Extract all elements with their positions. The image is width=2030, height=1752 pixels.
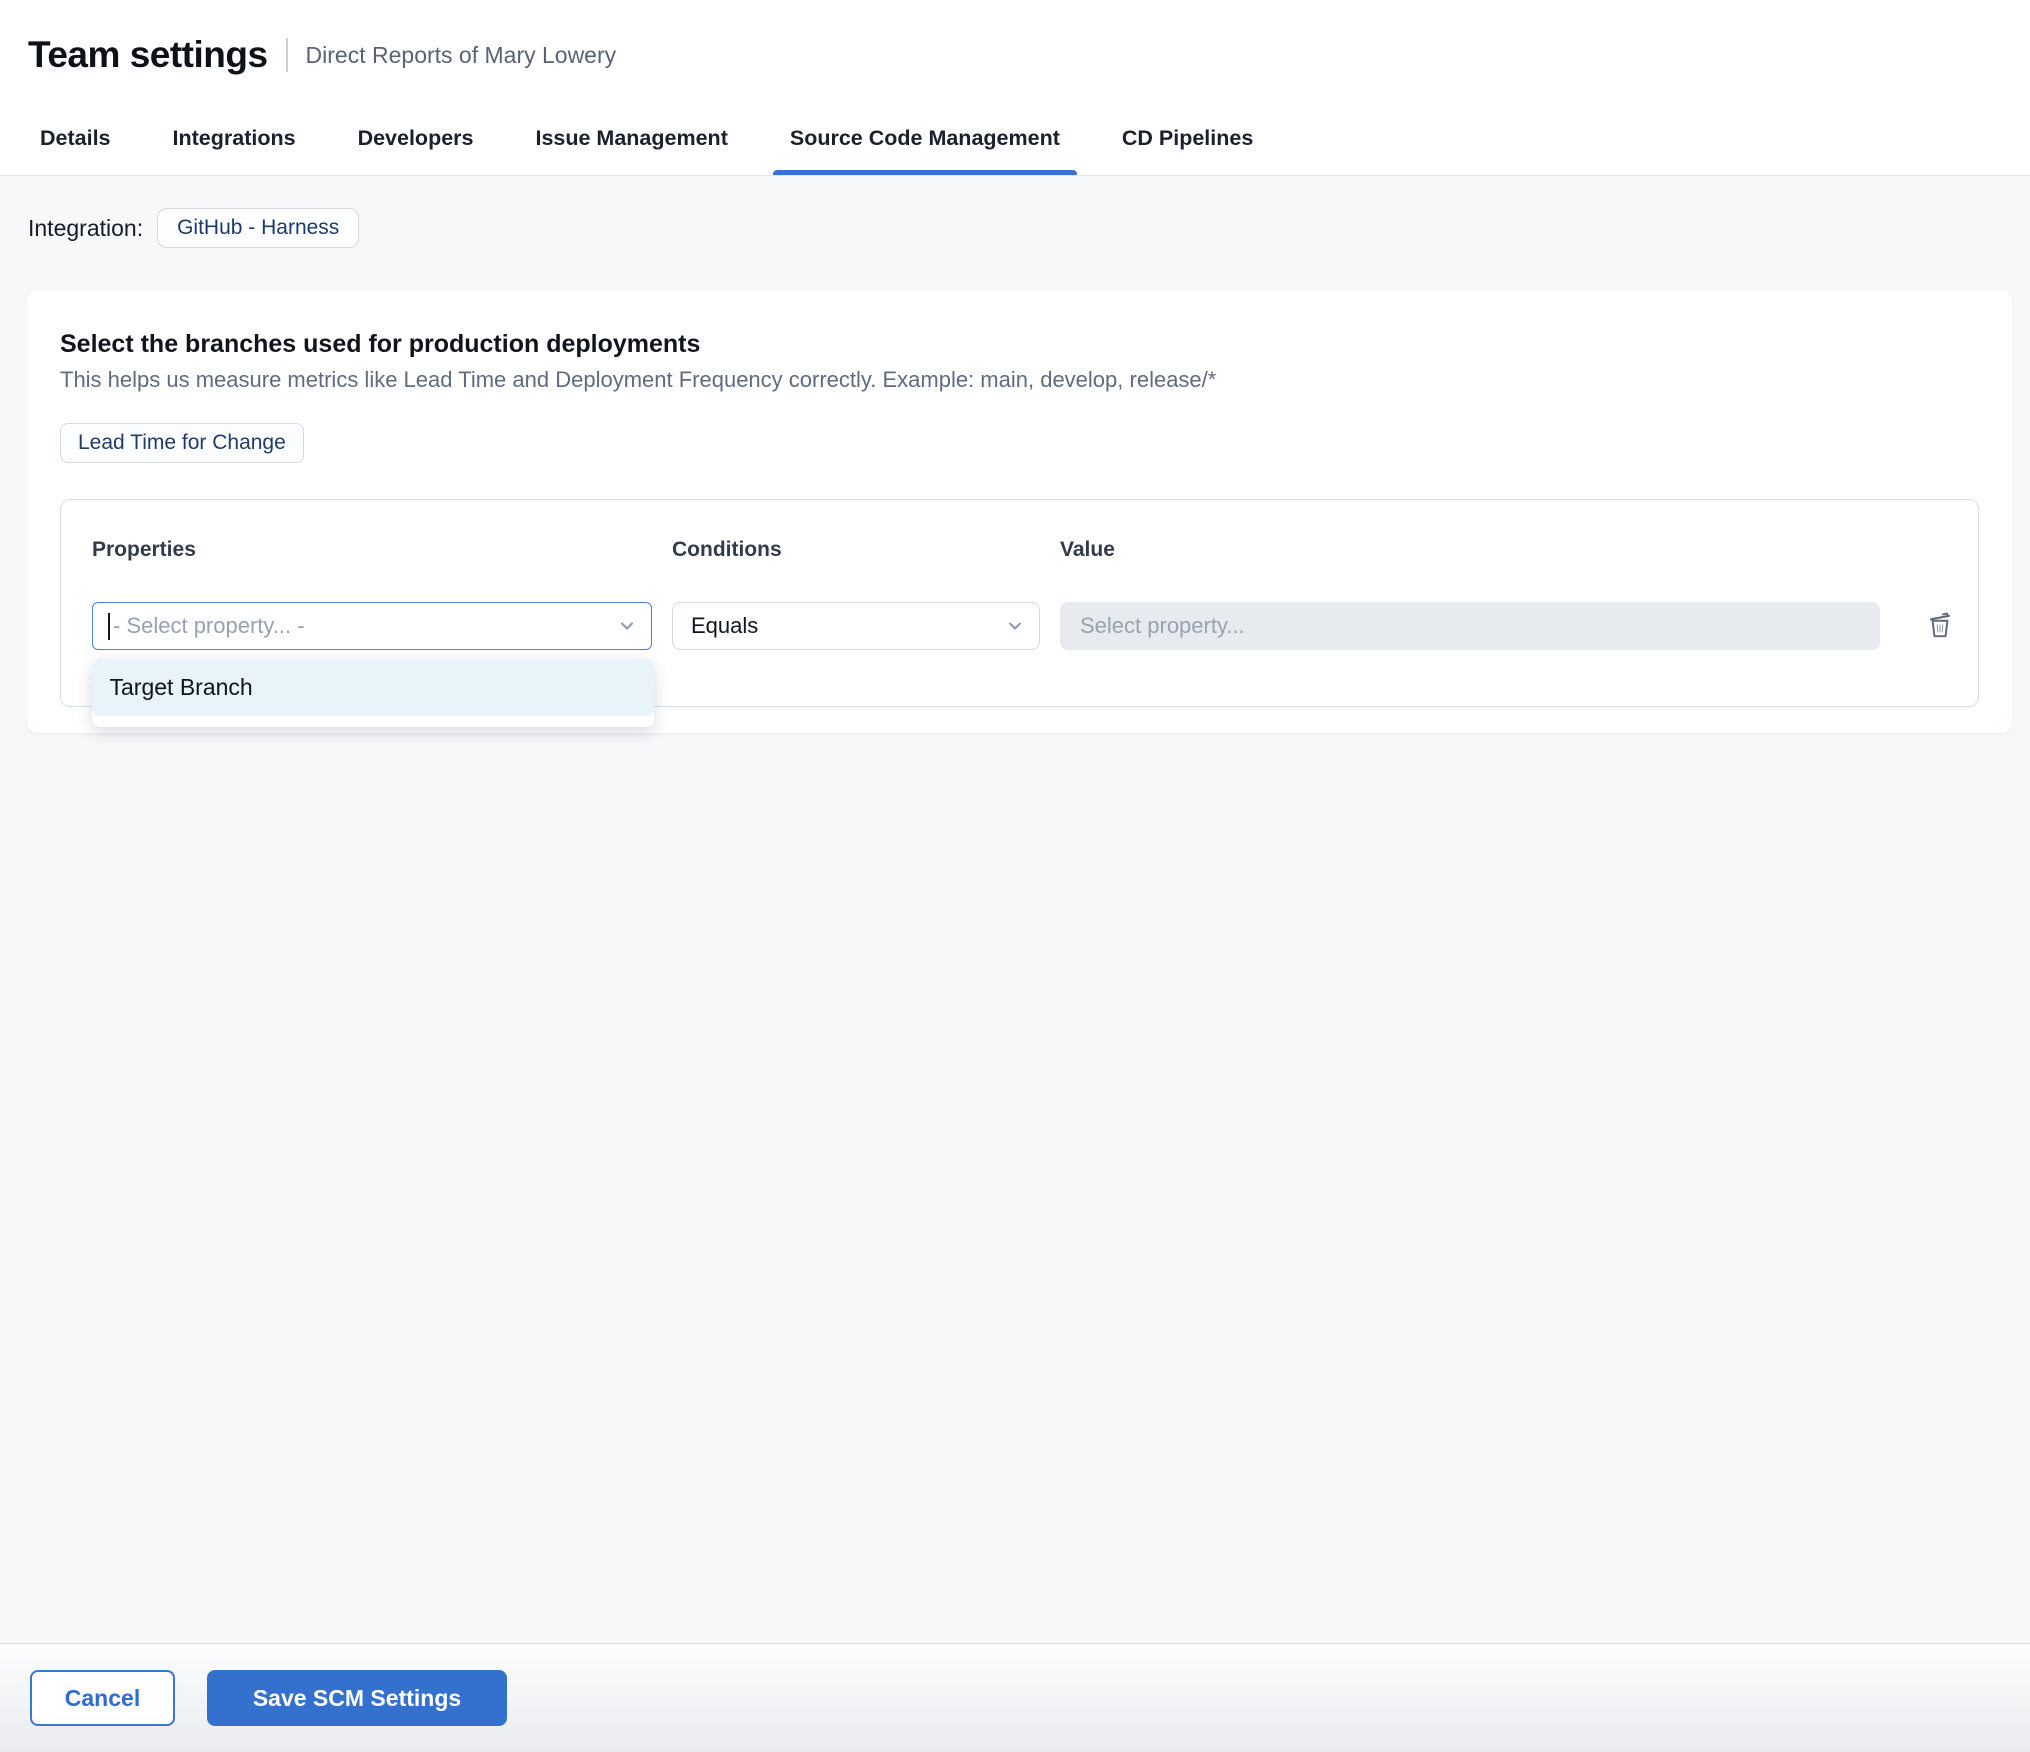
page-subtitle: Direct Reports of Mary Lowery: [305, 41, 617, 68]
save-scm-settings-button[interactable]: Save SCM Settings: [207, 1670, 507, 1726]
tab-cd-pipelines[interactable]: CD Pipelines: [1122, 126, 1253, 175]
column-header-value: Value: [1060, 538, 1115, 561]
title-separator: [285, 38, 288, 72]
tab-bar: Details Integrations Developers Issue Ma…: [0, 126, 2030, 175]
chevron-down-icon: [617, 616, 637, 636]
column-header-properties: Properties: [92, 538, 196, 561]
metric-chip-lead-time[interactable]: Lead Time for Change: [60, 423, 304, 463]
tab-issue-management[interactable]: Issue Management: [535, 126, 727, 175]
chevron-down-icon: [1005, 616, 1025, 636]
property-select-placeholder: - Select property... -: [113, 613, 305, 638]
delete-rule-button[interactable]: [1918, 602, 1962, 650]
footer-bar: Cancel Save SCM Settings: [0, 1643, 2030, 1752]
scm-settings-card: Select the branches used for production …: [27, 290, 2012, 733]
cancel-button[interactable]: Cancel: [30, 1670, 175, 1726]
trash-icon: [1923, 607, 1957, 646]
integration-row: Integration: GitHub - Harness: [28, 208, 2030, 248]
rule-grid: Properties Conditions Value . - Select p…: [91, 538, 1951, 727]
column-header-conditions: Conditions: [672, 538, 782, 561]
tab-source-code-management[interactable]: Source Code Management: [772, 126, 1077, 175]
condition-select-value: Equals: [691, 613, 759, 638]
integration-chip[interactable]: GitHub - Harness: [157, 208, 360, 248]
page-title: Team settings: [28, 34, 268, 75]
page-header: Team settings Direct Reports of Mary Low…: [0, 0, 2030, 176]
condition-select[interactable]: Equals: [672, 602, 1040, 650]
tab-details[interactable]: Details: [40, 126, 111, 175]
text-cursor: [108, 612, 110, 640]
title-row: Team settings Direct Reports of Mary Low…: [0, 0, 2030, 76]
rule-panel: Properties Conditions Value . - Select p…: [60, 499, 1979, 727]
integration-label: Integration:: [28, 214, 144, 241]
value-input[interactable]: [1060, 602, 1880, 650]
card-description: This helps us measure metrics like Lead …: [60, 367, 1217, 392]
tab-developers[interactable]: Developers: [358, 126, 474, 175]
dropdown-option-target-branch[interactable]: Target Branch: [91, 659, 654, 716]
tab-integrations[interactable]: Integrations: [173, 126, 296, 175]
property-dropdown: Target Branch: [91, 659, 654, 727]
property-select[interactable]: - Select property... - Target Branch: [91, 602, 654, 727]
card-title: Select the branches used for production …: [60, 330, 701, 358]
